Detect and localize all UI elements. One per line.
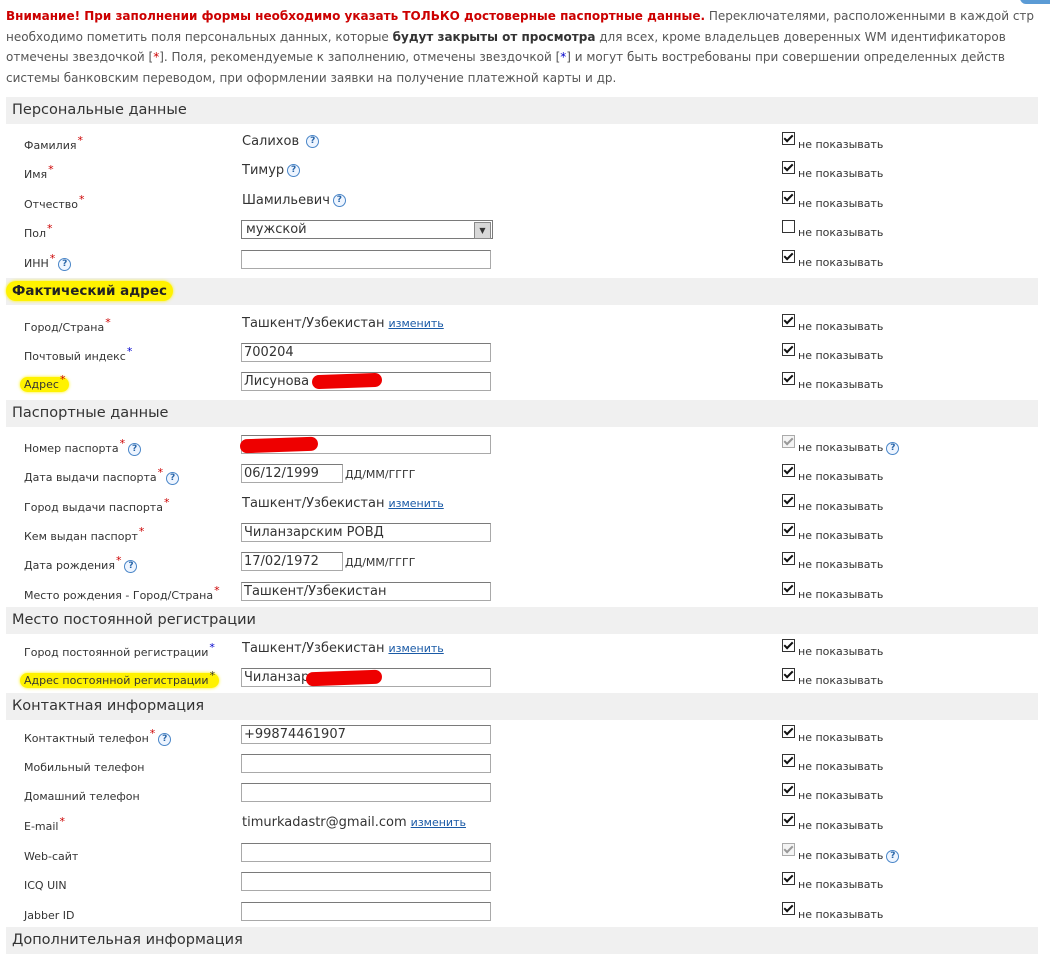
hide-checkbox-surname[interactable]: [782, 132, 795, 145]
section-contacts: Контактная информация: [6, 693, 1038, 720]
top-corner-element: [1020, 0, 1050, 4]
hide-checkbox-home-phone[interactable]: [782, 783, 795, 796]
row-jabber: Jabber ID не показывать: [0, 898, 1050, 927]
website-input[interactable]: [241, 843, 491, 862]
help-icon[interactable]: ?: [332, 194, 346, 207]
section-passport: Паспортные данные: [6, 400, 1038, 427]
row-postal: Почтовый индекс* 700204 не показывать: [24, 343, 884, 363]
home-phone-input[interactable]: [241, 783, 491, 802]
hide-checkbox-postal[interactable]: [782, 343, 795, 356]
label-surname: Фамилия*: [24, 134, 83, 152]
row-birth-place: Место рождения - Город/Страна* Ташкент/У…: [24, 582, 884, 602]
gender-select[interactable]: мужской ▼: [241, 220, 493, 239]
change-link[interactable]: изменить: [388, 642, 443, 655]
contact-phone-input[interactable]: +99874461907: [241, 725, 491, 744]
hide-checkbox-issued-by[interactable]: [782, 523, 795, 536]
birth-place-input[interactable]: Ташкент/Узбекистан: [241, 582, 491, 601]
issued-by-input[interactable]: Чилaнзарским РОВД: [241, 523, 491, 542]
help-icon[interactable]: ?: [886, 441, 900, 455]
redaction-mark: [305, 669, 383, 687]
hide-checkbox-issue-date[interactable]: [782, 464, 795, 477]
hide-checkbox-patronymic[interactable]: [782, 191, 795, 204]
hide-checkbox-jabber[interactable]: [782, 902, 795, 915]
value-surname: Салихов: [242, 134, 300, 149]
inn-input[interactable]: [241, 250, 491, 269]
section-registration: Место постоянной регистрации: [6, 607, 1038, 634]
help-icon[interactable]: ?: [166, 471, 180, 485]
section-additional: Дополнительная информация: [6, 927, 1038, 954]
hide-checkbox-address[interactable]: [782, 372, 795, 385]
change-link[interactable]: изменить: [388, 317, 443, 330]
row-passport-number: Номер паспорта*? не показывать?: [0, 431, 1050, 460]
hide-checkbox-city[interactable]: [782, 314, 795, 327]
birth-date-input[interactable]: 17/02/1972: [241, 552, 343, 571]
row-surname: Фамилия* Салихов ? не показывать: [24, 132, 884, 152]
hide-checkbox-contact-phone[interactable]: [782, 725, 795, 738]
hide-checkbox-website[interactable]: [782, 843, 795, 856]
row-issued-by: Кем выдан паспорт* Чилaнзарским РОВД не …: [24, 523, 884, 543]
help-icon[interactable]: ?: [58, 257, 72, 271]
help-icon[interactable]: ?: [306, 135, 320, 148]
value-name: Тимур: [242, 163, 285, 178]
hide-checkbox-mobile[interactable]: [782, 754, 795, 767]
hide-checkbox-icq[interactable]: [782, 872, 795, 885]
hide-checkbox-email[interactable]: [782, 813, 795, 826]
row-email: E-mail* timurkadastr@gmail.com изменить н…: [24, 813, 884, 833]
hide-checkbox-issue-city[interactable]: [782, 494, 795, 507]
redaction-mark: [239, 436, 319, 454]
section-actual-address: Фактический адрес: [6, 278, 1038, 305]
row-address: Адрес* Лисунова не показывать: [0, 368, 1050, 397]
chevron-down-icon[interactable]: ▼: [474, 222, 491, 239]
hide-checkbox-birth-place[interactable]: [782, 582, 795, 595]
icq-input[interactable]: [241, 872, 491, 891]
row-reg-address: Адрес постоянной регистрации* Чиланзар н…: [0, 664, 1050, 693]
help-icon[interactable]: ?: [158, 732, 172, 746]
help-icon[interactable]: ?: [886, 849, 900, 863]
row-icq: ICQ UIN не показывать: [0, 868, 1050, 897]
row-home-phone: Домашний телефон не показывать: [0, 779, 1050, 808]
row-issue-city: Город выдачи паспорта* Ташкент/Узбекиста…: [24, 494, 884, 514]
help-icon[interactable]: ?: [128, 442, 142, 456]
postal-code-input[interactable]: 700204: [241, 343, 491, 362]
value-patronymic: Шамильевич: [242, 193, 330, 208]
hide-checkbox-reg-address[interactable]: [782, 668, 795, 681]
change-link[interactable]: изменить: [411, 816, 466, 829]
section-personal: Персональные данные: [6, 97, 1038, 124]
help-icon[interactable]: ?: [124, 559, 138, 573]
row-city-country: Город/Страна* Ташкент/Узбекистан изменить…: [24, 314, 884, 334]
hide-checkbox-name[interactable]: [782, 161, 795, 174]
jabber-input[interactable]: [241, 902, 491, 921]
notice-text: Внимание! При заполнении формы необходим…: [6, 9, 1035, 85]
change-link[interactable]: изменить: [388, 497, 443, 510]
row-mobile-phone: Мобильный телефон не показывать: [0, 750, 1050, 779]
row-patronymic: Отчество* Шамильевич? не показывать: [24, 191, 884, 211]
issue-date-input[interactable]: 06/12/1999: [241, 464, 343, 483]
hide-checkbox-birth-date[interactable]: [782, 552, 795, 565]
hide-checkbox-passport[interactable]: [782, 435, 795, 448]
hide-checkbox-gender[interactable]: [782, 220, 795, 233]
row-contact-phone: Контактный телефон*? +99874461907 не пок…: [24, 725, 884, 746]
row-website: Web-сайт не показывать?: [0, 839, 1050, 868]
row-reg-city: Город постоянной регистрации* Ташкент/Уз…: [24, 639, 884, 659]
mobile-phone-input[interactable]: [241, 754, 491, 773]
row-name: Имя* Тимур? не показывать: [24, 161, 884, 181]
hide-checkbox-inn[interactable]: [782, 250, 795, 263]
hide-checkbox-reg-city[interactable]: [782, 639, 795, 652]
row-inn: ИНН*? не показывать: [24, 250, 884, 271]
row-birth-date: Дата рождения*? 17/02/1972 ДД/ММ/ГГГГ не…: [24, 552, 884, 573]
row-gender: Пол* мужской ▼ не показывать: [24, 220, 884, 240]
redaction-mark: [311, 372, 383, 390]
row-issue-date: Дата выдачи паспорта*? 06/12/1999 ДД/ММ/…: [24, 464, 884, 485]
help-icon[interactable]: ?: [287, 164, 301, 177]
